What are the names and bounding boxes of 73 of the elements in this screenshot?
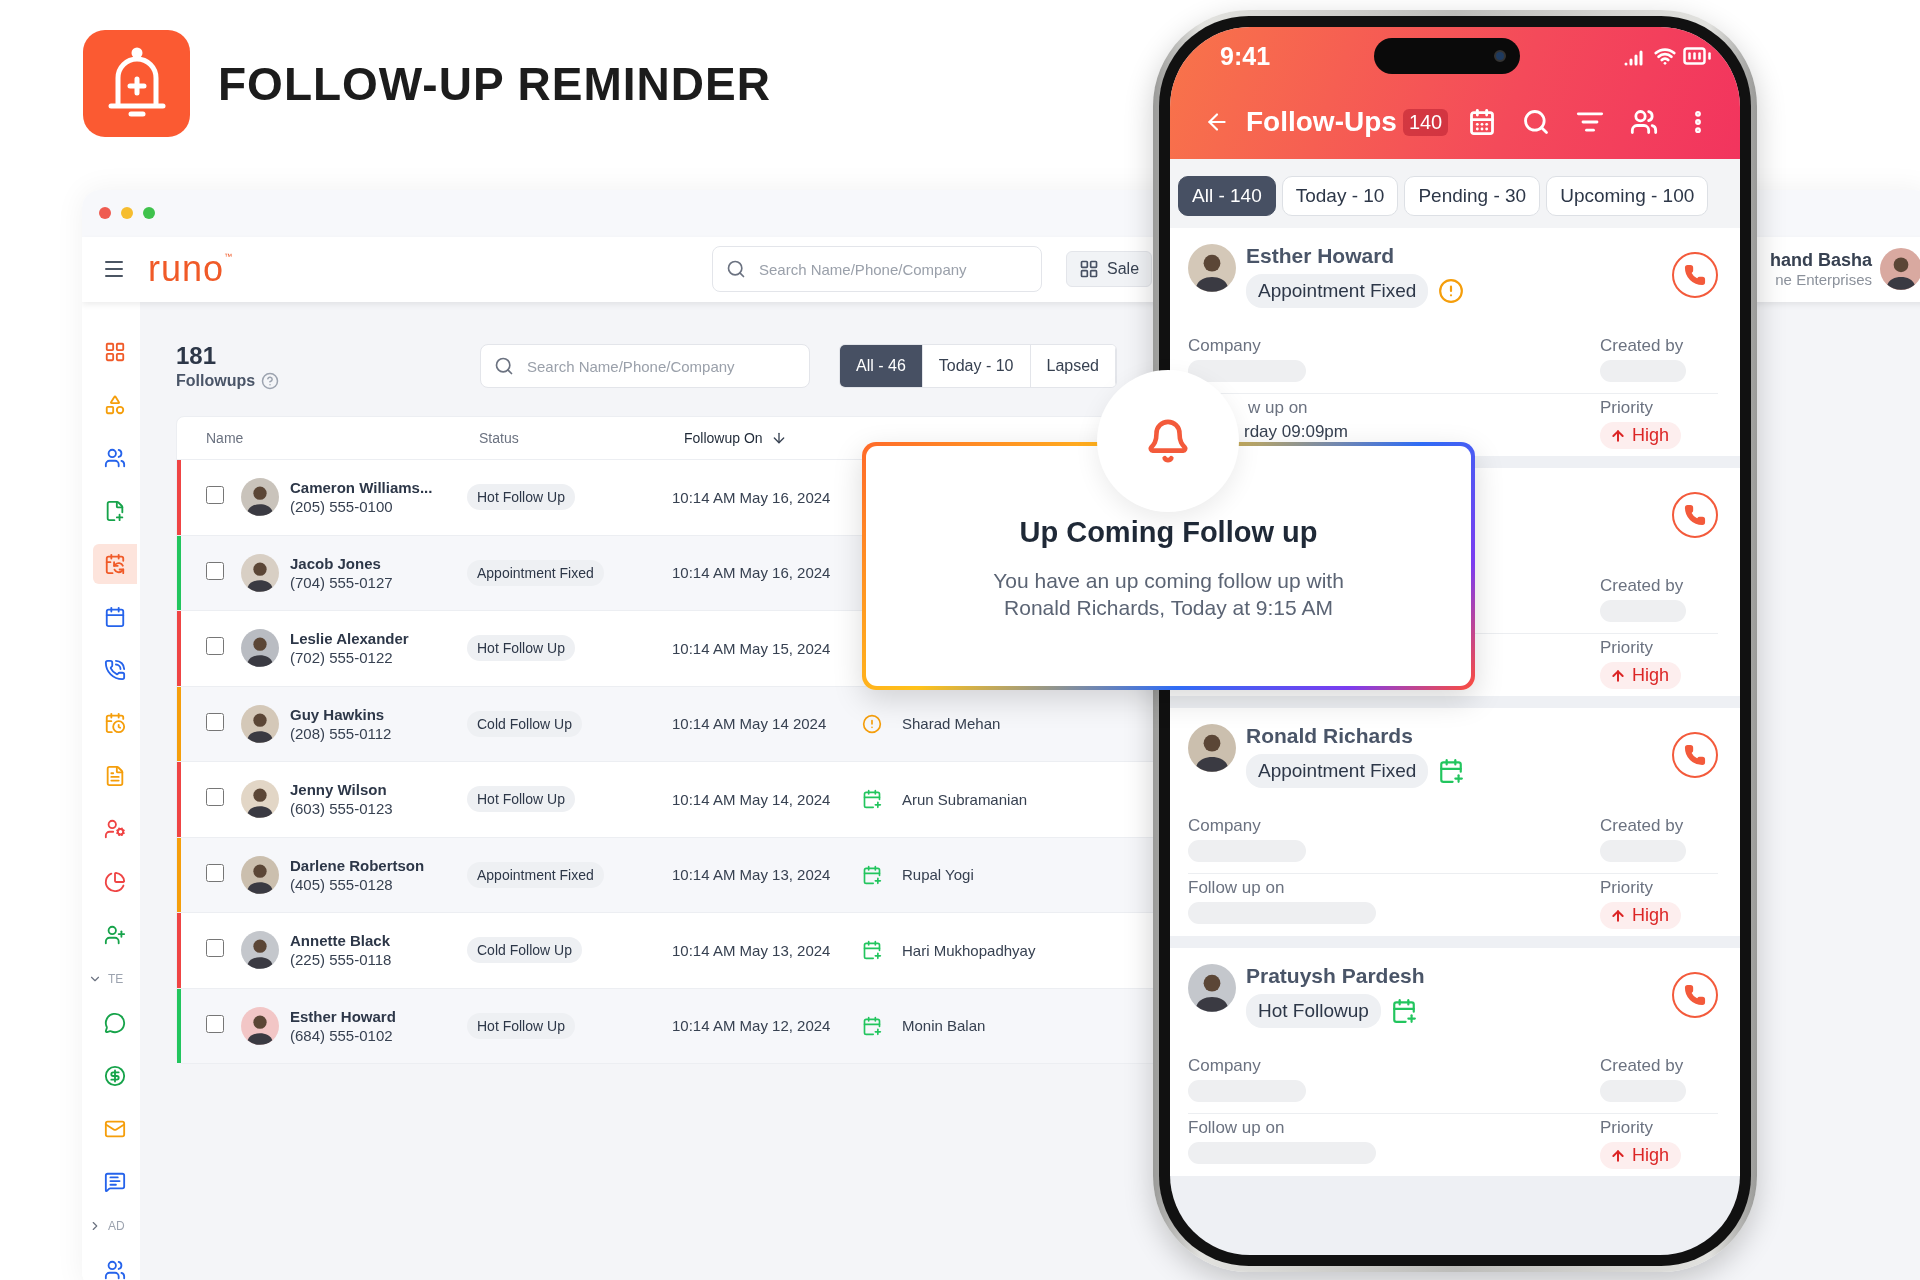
- contact-phone: (702) 555-0122: [290, 649, 394, 667]
- followup-date: 10:14 AM May 14, 2024: [672, 790, 832, 808]
- followup-date: 10:14 AM May 16, 2024: [672, 564, 832, 582]
- status-tag: Hot Followup: [1246, 994, 1381, 1028]
- contact-name: Jenny Wilson: [290, 781, 388, 799]
- field-label: Created by: [1600, 576, 1685, 596]
- status-tag: Hot Follow Up: [467, 635, 575, 662]
- priority-tag: High: [1600, 902, 1682, 929]
- count-badge: 140: [1402, 108, 1449, 136]
- contact-name: Esther Howard: [290, 1007, 397, 1025]
- owner-name: Rupal Yogi: [902, 866, 974, 884]
- contact-name: Guy Hawkins: [290, 705, 386, 723]
- contact-name: Darlene Robertson: [290, 856, 426, 874]
- contact-phone: (704) 555-0127: [290, 573, 394, 591]
- owner-name: Hari Mukhopadhyay: [902, 941, 1036, 959]
- field-label: Company: [1188, 816, 1262, 836]
- priority-tag: High: [1600, 422, 1682, 449]
- field-label: Created by: [1600, 1056, 1685, 1076]
- user-company: ne Enterprises: [1775, 271, 1872, 289]
- contact-name: Jacob Jones: [290, 554, 382, 572]
- status-tag: Appointment Fixed: [1246, 274, 1429, 308]
- followup-date: 10:14 AM May 13, 2024: [672, 866, 832, 884]
- followup-count: 181: [176, 342, 218, 370]
- status-tag: Appointment Fixed: [1246, 754, 1429, 788]
- owner-name: Sharad Mehan: [902, 715, 1001, 733]
- contact-phone: (603) 555-0123: [290, 800, 394, 818]
- contact-name: Esther Howard: [1246, 244, 1396, 268]
- status-tag: Hot Follow Up: [467, 1012, 575, 1039]
- field-label: Created by: [1600, 816, 1685, 836]
- field-label: Follow up on: [1188, 1118, 1286, 1138]
- status-tag: Appointment Fixed: [467, 559, 604, 586]
- popup-message: You have an up coming follow up with Ronald Richards, Today at 9:15 AM: [992, 568, 1345, 622]
- owner-name: Arun Subramanian: [902, 790, 1028, 808]
- screen-title: Follow-Ups: [1246, 106, 1397, 138]
- contact-phone: (205) 555-0100: [290, 498, 394, 516]
- status-tag: Hot Follow Up: [467, 484, 575, 511]
- followup-date: 10:14 AM May 15, 2024: [672, 639, 832, 657]
- contact-name: Pratuysh Pardesh: [1246, 964, 1425, 988]
- contact-name: Annette Black: [290, 932, 392, 950]
- priority-tag: High: [1600, 662, 1682, 689]
- contact-name: Ronald Richards: [1246, 724, 1414, 748]
- field-label: Created by: [1600, 336, 1685, 356]
- brand-logo: runo™: [148, 248, 235, 291]
- field-label: Priority: [1600, 398, 1654, 418]
- status-tag: Appointment Fixed: [467, 861, 604, 888]
- status-tag: Cold Follow Up: [467, 710, 582, 737]
- contact-name: Cameron Williams...: [290, 479, 434, 497]
- status-time: 9:41: [1219, 41, 1271, 71]
- count-label: Followups: [176, 372, 256, 390]
- followup-date: 10:14 AM May 13, 2024: [672, 941, 832, 959]
- followup-date: 10:14 AM May 14 2024: [672, 715, 828, 733]
- field-label: Priority: [1600, 1118, 1654, 1138]
- contact-phone: (405) 555-0128: [290, 875, 394, 893]
- contact-phone: (684) 555-0102: [290, 1026, 394, 1044]
- priority-tag: High: [1600, 1142, 1682, 1169]
- contact-name: Leslie Alexander: [290, 630, 410, 648]
- page-title: FOLLOW-UP REMINDER: [218, 56, 771, 111]
- contact-phone: (208) 555-0112: [290, 724, 393, 742]
- user-name: hand Basha: [1769, 250, 1872, 272]
- field-label: Priority: [1600, 878, 1654, 898]
- owner-name: Monin Balan: [902, 1017, 986, 1035]
- followup-date: 10:14 AM May 16, 2024: [672, 488, 832, 506]
- field-label: w up on: [1247, 398, 1309, 418]
- status-tag: Hot Follow Up: [467, 786, 575, 813]
- popup-title: Up Coming Follow up: [1019, 516, 1318, 549]
- field-label: Priority: [1600, 638, 1654, 658]
- field-label: Company: [1188, 336, 1262, 356]
- contact-phone: (225) 555-0118: [290, 951, 393, 969]
- followup-date: 10:14 AM May 12, 2024: [672, 1017, 832, 1035]
- followup-date: rday 09:09pm: [1243, 422, 1348, 442]
- field-label: Follow up on: [1188, 878, 1286, 898]
- status-tag: Cold Follow Up: [467, 937, 582, 964]
- field-label: Company: [1188, 1056, 1262, 1076]
